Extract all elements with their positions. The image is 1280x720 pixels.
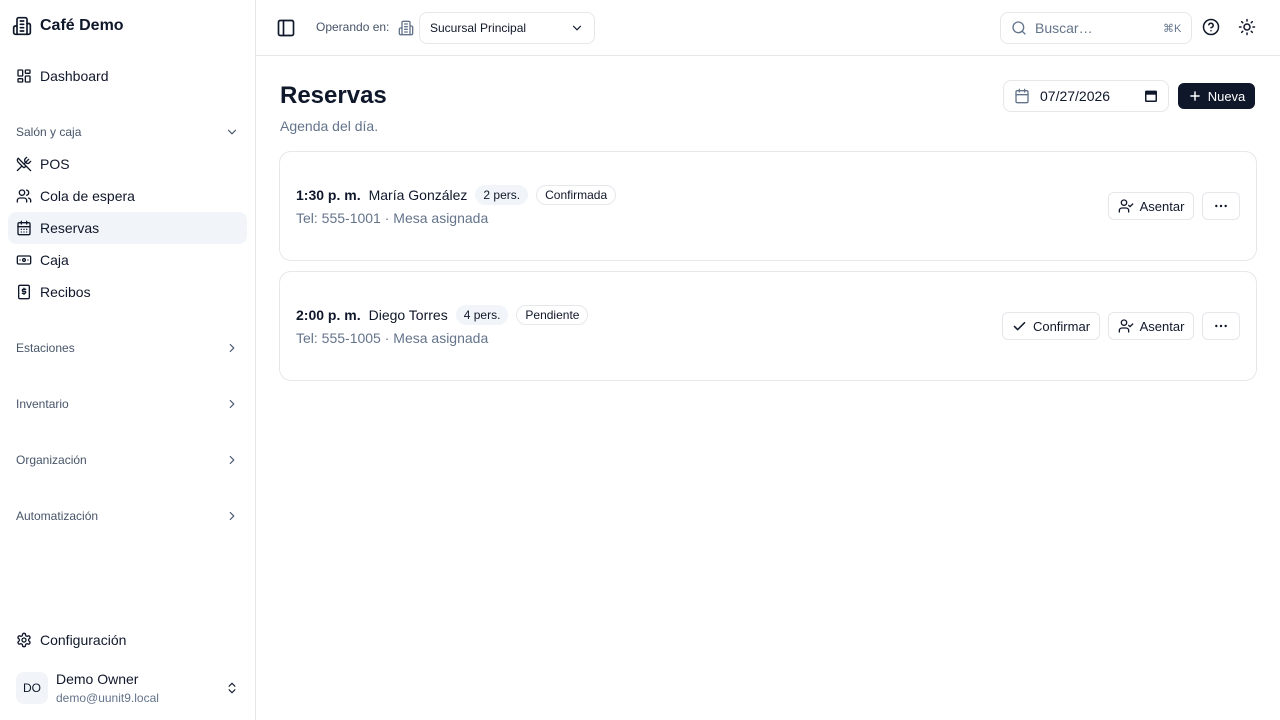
sidebar-item-dashboard[interactable]: Dashboard xyxy=(8,60,247,92)
chevron-right-icon xyxy=(225,509,239,523)
reservation-card: 2:00 p. m. Diego Torres 4 pers. Pendient… xyxy=(279,271,1257,381)
reservation-card: 1:30 p. m. María González 2 pers. Confir… xyxy=(279,151,1257,261)
user-check-icon xyxy=(1118,318,1134,334)
help-button[interactable] xyxy=(1202,18,1222,38)
confirm-button[interactable]: Confirmar xyxy=(1002,312,1100,340)
reservation-time: 2:00 p. m. xyxy=(296,307,361,323)
sidebar: Café Demo Dashboard Salón y caja POS Col… xyxy=(0,0,256,720)
sidebar-item-label: Reservas xyxy=(40,220,100,236)
reservation-name: Diego Torres xyxy=(368,307,448,323)
calendar-picker-icon[interactable] xyxy=(1144,89,1158,103)
sidebar-item-label: Caja xyxy=(40,252,69,268)
chevron-right-icon xyxy=(225,453,239,467)
search-input[interactable] xyxy=(1035,20,1155,36)
branch-value: Sucursal Principal xyxy=(430,21,527,35)
new-reservation-button[interactable]: Nueva xyxy=(1178,83,1255,109)
utensils-crossed-icon xyxy=(16,156,32,172)
sun-icon xyxy=(1238,18,1258,36)
panel-left-icon xyxy=(276,18,296,38)
sidebar-item-label: Configuración xyxy=(40,632,127,648)
group-label: Organización xyxy=(16,453,87,467)
more-options-button[interactable] xyxy=(1202,312,1240,340)
more-horizontal-icon xyxy=(1213,198,1229,214)
status-badge: Confirmada xyxy=(536,185,617,205)
chevrons-up-down-icon xyxy=(225,681,239,695)
branch-select[interactable]: Sucursal Principal xyxy=(419,12,595,44)
date-value: 07/27/2026 xyxy=(1040,88,1111,104)
sidebar-item-configuracion[interactable]: Configuración xyxy=(8,624,247,656)
receipt-dollar-icon xyxy=(16,284,32,300)
sidebar-toggle-button[interactable] xyxy=(276,18,296,38)
plus-icon xyxy=(1188,89,1202,103)
seat-label: Asentar xyxy=(1139,198,1185,214)
reservation-time: 1:30 p. m. xyxy=(296,187,361,203)
date-picker[interactable]: 07/27/2026 xyxy=(1003,80,1169,112)
party-size-badge: 4 pers. xyxy=(455,305,509,325)
brand-name: Café Demo xyxy=(40,17,124,34)
help-circle-icon xyxy=(1202,18,1222,36)
sidebar-item-cola-de-espera[interactable]: Cola de espera xyxy=(8,180,247,212)
reservation-header: 1:30 p. m. María González 2 pers. Confir… xyxy=(296,185,617,205)
sidebar-item-caja[interactable]: Caja xyxy=(8,244,247,276)
user-email: demo@uunit9.local xyxy=(56,690,159,705)
group-estaciones-toggle[interactable]: Estaciones xyxy=(8,332,247,364)
chevron-right-icon xyxy=(225,341,239,355)
more-horizontal-icon xyxy=(1213,318,1229,334)
user-menu[interactable]: DO Demo Owner demo@uunit9.local xyxy=(8,668,247,708)
confirm-label: Confirmar xyxy=(1032,318,1091,334)
sidebar-item-reservas[interactable]: Reservas xyxy=(8,212,247,244)
user-name: Demo Owner xyxy=(56,670,139,687)
more-options-button[interactable] xyxy=(1202,192,1240,220)
search-icon xyxy=(1011,20,1027,36)
search-box[interactable]: ⌘K xyxy=(1000,12,1192,44)
seat-label: Asentar xyxy=(1139,318,1185,334)
topbar: Operando en: Sucursal Principal ⌘K xyxy=(256,0,1280,56)
users-icon xyxy=(16,188,32,204)
group-label: Automatización xyxy=(16,509,99,523)
seat-button[interactable]: Asentar xyxy=(1108,192,1194,220)
chevron-right-icon xyxy=(225,397,239,411)
status-badge: Pendiente xyxy=(516,305,589,325)
building-icon xyxy=(398,20,414,36)
group-salon-toggle[interactable]: Salón y caja xyxy=(8,116,247,148)
group-label: Salón y caja xyxy=(16,125,82,139)
sidebar-item-label: Recibos xyxy=(40,284,91,300)
user-info: Demo Owner demo@uunit9.local xyxy=(56,671,217,705)
sidebar-item-label: POS xyxy=(40,156,70,172)
page-subtitle: Agenda del día. xyxy=(280,118,379,134)
page-title: Reservas xyxy=(280,82,387,109)
group-label: Estaciones xyxy=(16,341,75,355)
group-inventario-toggle[interactable]: Inventario xyxy=(8,388,247,420)
group-automatizacion-toggle[interactable]: Automatización xyxy=(8,500,247,532)
calendar-icon xyxy=(16,220,32,236)
sidebar-item-label: Cola de espera xyxy=(40,188,135,204)
check-icon xyxy=(1012,319,1027,334)
sidebar-item-pos[interactable]: POS xyxy=(8,148,247,180)
chevron-down-icon xyxy=(570,21,584,35)
party-size-badge: 2 pers. xyxy=(475,185,529,205)
sidebar-item-recibos[interactable]: Recibos xyxy=(8,276,247,308)
gear-icon xyxy=(16,632,32,648)
reservation-header: 2:00 p. m. Diego Torres 4 pers. Pendient… xyxy=(296,305,589,325)
reservation-meta: Tel: 555-1001 · Mesa asignada xyxy=(296,210,489,226)
sidebar-item-label: Dashboard xyxy=(40,68,109,84)
operating-label: Operando en: xyxy=(316,20,390,34)
group-organizacion-toggle[interactable]: Organización xyxy=(8,444,247,476)
theme-toggle-button[interactable] xyxy=(1238,18,1258,38)
seat-button[interactable]: Asentar xyxy=(1108,312,1194,340)
reservation-name: María González xyxy=(368,187,468,203)
search-shortcut: ⌘K xyxy=(1163,22,1182,35)
group-label: Inventario xyxy=(16,397,69,411)
brand[interactable]: Café Demo xyxy=(12,14,124,38)
chevron-down-icon xyxy=(225,125,239,139)
layout-dashboard-icon xyxy=(16,68,32,84)
user-check-icon xyxy=(1118,198,1134,214)
calendar-icon xyxy=(1014,88,1030,104)
building-icon xyxy=(12,16,32,36)
new-reservation-label: Nueva xyxy=(1207,88,1246,104)
reservation-meta: Tel: 555-1005 · Mesa asignada xyxy=(296,330,489,346)
banknote-icon xyxy=(16,252,32,268)
avatar: DO xyxy=(16,672,48,704)
